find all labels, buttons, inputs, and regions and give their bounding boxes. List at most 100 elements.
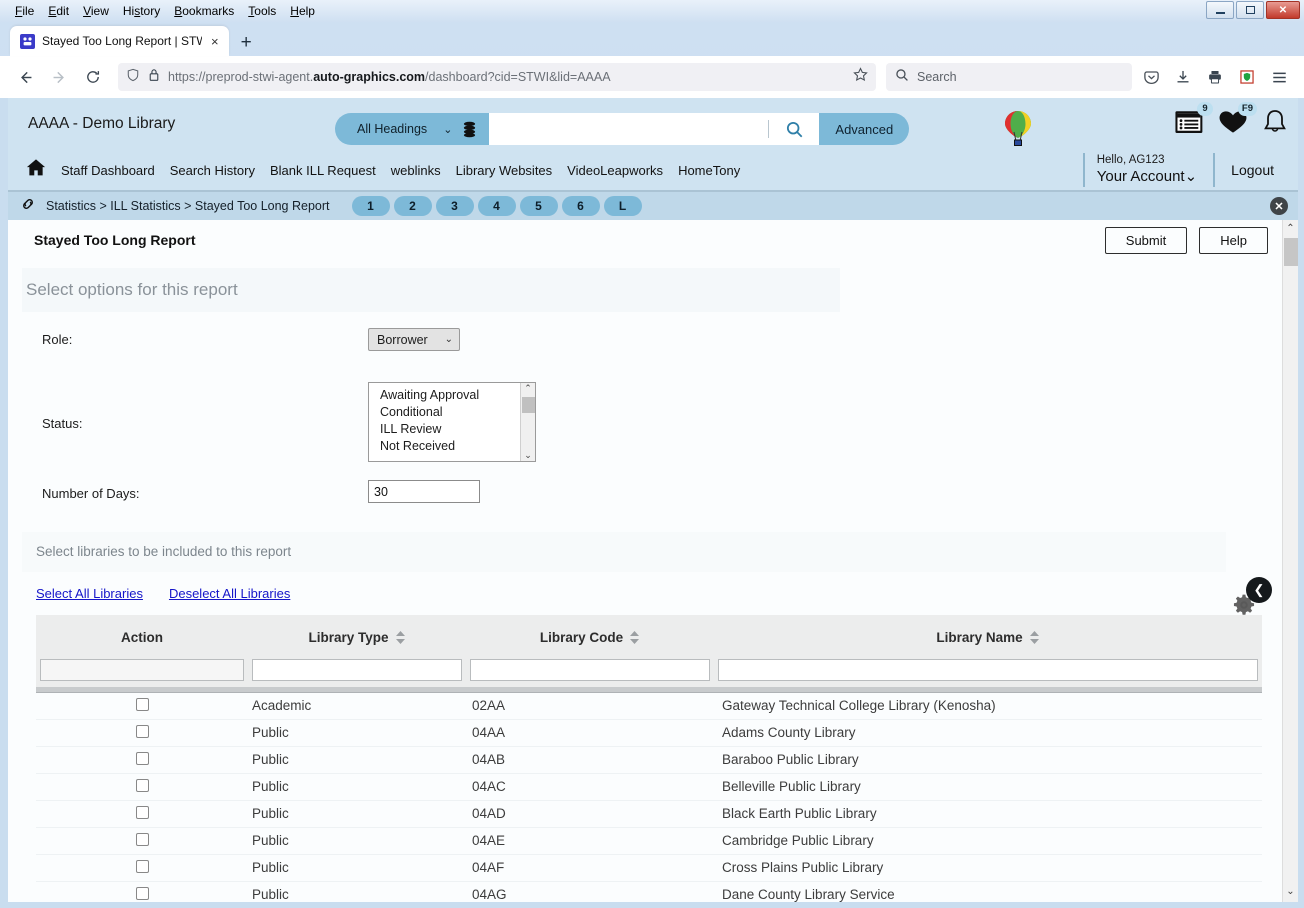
logout-link[interactable]: Logout [1231,162,1274,178]
heading-filter-dropdown[interactable]: All Headings ⌄ [335,113,463,145]
nav-blank-ill-request[interactable]: Blank ILL Request [270,163,376,178]
minimize-button[interactable] [1206,1,1234,19]
menu-help[interactable]: Help [283,2,322,20]
step-3[interactable]: 3 [435,196,474,216]
nav-staff-dashboard[interactable]: Staff Dashboard [61,163,155,178]
sort-icon[interactable] [395,630,406,645]
row-select-checkbox[interactable] [135,832,149,846]
nav-library-websites[interactable]: Library Websites [456,163,553,178]
menu-view[interactable]: View [76,2,116,20]
filter-input-library-name[interactable] [718,659,1258,681]
menu-bookmarks[interactable]: Bookmarks [167,2,241,20]
catalog-search-input[interactable] [489,113,820,145]
maximize-button[interactable] [1236,1,1264,19]
menu-edit[interactable]: Edit [41,2,76,20]
table-row[interactable]: Public 04AD Black Earth Public Library [36,800,1262,828]
page-scrollbar[interactable]: ⌃ ⌄ [1282,220,1298,902]
nav-videoleapworks[interactable]: VideoLeapworks [567,163,663,178]
browser-search-box[interactable]: Search [886,63,1132,91]
row-select-checkbox[interactable] [135,805,149,819]
account-menu[interactable]: Hello, AG123 Your Account⌄ [1082,153,1213,187]
table-row[interactable]: Public 04AG Dane County Library Service [36,881,1262,902]
step-6[interactable]: 6 [561,196,600,216]
select-all-libraries-link[interactable]: Select All Libraries [36,586,143,601]
nav-search-history[interactable]: Search History [170,163,255,178]
filter-input-library-type[interactable] [252,659,462,681]
reload-icon[interactable] [78,62,108,92]
close-icon[interactable]: ✕ [1270,197,1288,215]
scroll-down-icon[interactable]: ⌄ [524,451,532,460]
printer-icon[interactable] [1200,62,1230,92]
status-option-conditional[interactable]: Conditional [380,404,520,421]
status-option-ill-review[interactable]: ILL Review [380,421,520,438]
request-list-button[interactable]: 9 [1174,102,1213,135]
download-icon[interactable] [1168,62,1198,92]
notifications-bell-button[interactable] [1262,108,1288,136]
status-option-not-received[interactable]: Not Received [380,438,520,455]
close-window-button[interactable]: ✕ [1266,1,1300,19]
hamburger-menu-icon[interactable] [1264,62,1294,92]
table-row[interactable]: Public 04AC Belleville Public Library [36,773,1262,801]
table-row[interactable]: Public 04AB Baraboo Public Library [36,746,1262,774]
back-icon[interactable] [10,62,40,92]
menu-tools[interactable]: Tools [241,2,283,20]
browser-tab[interactable]: Stayed Too Long Report | STWI × [10,26,229,56]
collapse-panel-button[interactable]: ❮ [1246,577,1272,603]
table-row[interactable]: Public 04AE Cambridge Public Library [36,827,1262,855]
table-row[interactable]: Academic 02AA Gateway Technical College … [36,692,1262,720]
filter-input-library-code[interactable] [470,659,710,681]
row-select-checkbox[interactable] [135,778,149,792]
home-icon[interactable] [26,158,46,182]
role-select[interactable]: Borrower ⌄ [368,328,460,351]
step-2[interactable]: 2 [393,196,432,216]
url-text: https://preprod-stwi-agent.auto-graphics… [168,70,611,84]
status-scrollbar[interactable]: ⌃ ⌄ [520,383,535,461]
row-select-checkbox[interactable] [135,859,149,873]
search-submit-icon[interactable] [769,113,820,145]
nav-weblinks[interactable]: weblinks [391,163,441,178]
scroll-up-icon[interactable]: ⌃ [1286,220,1294,237]
step-4[interactable]: 4 [477,196,516,216]
column-header-library-type[interactable]: Library Type [248,615,466,659]
nav-hometony[interactable]: HomeTony [678,163,740,178]
pocket-icon[interactable] [1136,62,1166,92]
url-bar[interactable]: https://preprod-stwi-agent.auto-graphics… [118,63,876,91]
row-select-checkbox[interactable] [135,886,149,900]
table-row[interactable]: Public 04AA Adams County Library [36,719,1262,747]
scroll-down-icon[interactable]: ⌄ [1286,883,1294,900]
step-5[interactable]: 5 [519,196,558,216]
submit-button[interactable]: Submit [1104,226,1188,254]
favorites-button[interactable]: F9 [1218,102,1257,135]
status-option-awaiting-approval[interactable]: Awaiting Approval [380,387,520,404]
menu-file[interactable]: File [8,2,41,20]
help-button[interactable]: Help [1199,226,1268,254]
scroll-up-icon[interactable]: ⌃ [524,384,532,393]
menu-history[interactable]: History [116,2,167,20]
sort-icon[interactable] [1029,630,1040,645]
bookmark-star-icon[interactable] [853,67,868,87]
database-selector[interactable] [462,113,490,145]
number-of-days-input[interactable]: 30 [368,480,480,503]
sort-icon[interactable] [629,630,640,645]
row-select-checkbox[interactable] [135,697,149,711]
scrollbar-thumb[interactable] [1284,238,1298,266]
column-header-library-name[interactable]: Library Name [714,615,1262,659]
row-select-checkbox[interactable] [135,724,149,738]
deselect-all-libraries-link[interactable]: Deselect All Libraries [169,586,290,601]
tab-close-icon[interactable]: × [209,35,221,48]
step-L[interactable]: L [603,196,642,216]
column-header-library-code[interactable]: Library Code [466,615,714,659]
account-link[interactable]: Your Account⌄ [1097,168,1197,187]
forward-icon[interactable] [44,62,74,92]
cell-library-name: Gateway Technical College Library (Kenos… [714,692,1262,720]
step-1[interactable]: 1 [351,196,390,216]
hot-air-balloon-icon[interactable] [1003,110,1033,153]
status-listbox[interactable]: Awaiting Approval Conditional ILL Review… [368,382,536,462]
extension-icon[interactable] [1232,62,1262,92]
table-row[interactable]: Public 04AF Cross Plains Public Library [36,854,1262,882]
row-select-checkbox[interactable] [135,751,149,765]
advanced-search-button[interactable]: Advanced [819,113,910,145]
logout-cell: Logout [1213,153,1284,187]
scrollbar-thumb[interactable] [522,397,535,413]
new-tab-button[interactable]: + [241,33,252,52]
